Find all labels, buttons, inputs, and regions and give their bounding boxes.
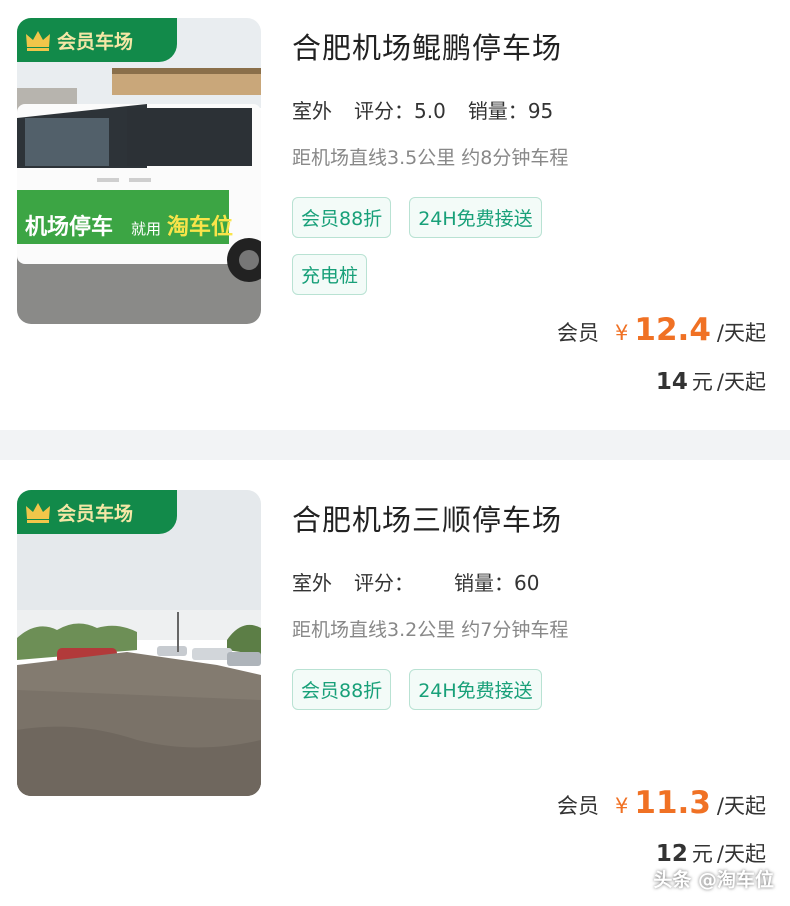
currency-symbol: ¥ [615,794,629,818]
base-price-row: 12 元 /天起 [656,838,766,868]
currency-symbol: ¥ [615,321,629,345]
per-day-label: /天起 [716,794,766,818]
parking-photo[interactable] [17,490,261,796]
parking-meta: 室外 评分： 销量：60 [292,567,539,600]
badge-label: 会员车场 [57,502,134,525]
member-price-row: 会员 ¥ 11.3 /天起 [557,785,766,821]
sales-value: 95 [527,99,554,123]
feature-tags: 会员88折 24H免费接送 [292,669,612,710]
svg-text:就用: 就用 [131,220,161,238]
watermark: 头条 @淘车位 [653,869,774,891]
distance-text: 距机场直线3.5公里 约8分钟车程 [292,147,569,169]
sales: 销量：95 [468,95,553,124]
tag-free-shuttle: 24H免费接送 [409,197,542,238]
parking-card-1[interactable]: 机场停车 就用 淘车位 会员车场 合肥机场鲲鹏停车场 室外 评分：5.0 销量：… [0,0,790,430]
per-day-label: /天起 [716,321,766,345]
tag-member-discount: 会员88折 [292,669,392,710]
base-price-unit: 元 [691,842,713,866]
sales-value: 60 [514,571,540,595]
rating: 评分：5.0 [354,95,446,124]
parking-kind: 室外 [292,95,338,128]
base-price: 14 [655,369,688,395]
sales: 销量：60 [454,567,539,596]
member-price: 11.3 [634,785,711,821]
sales-label: 销量： [454,571,514,595]
sales-label: 销量： [467,99,528,123]
distance-text: 距机场直线3.2公里 约7分钟车程 [292,619,569,641]
tag-member-discount: 会员88折 [292,197,392,238]
rating-value: 5.0 [414,99,446,123]
member-price-label: 会员 [557,321,600,345]
crown-icon [25,501,51,523]
crown-icon [25,29,51,51]
parking-card-2[interactable]: 会员车场 合肥机场三顺停车场 室外 评分： 销量：60 距机场直线3.2公里 约… [0,460,790,906]
feature-tags: 会员88折 24H免费接送 充电桩 [292,197,612,295]
base-per-day-label: /天起 [716,842,766,866]
member-price-row: 会员 ¥ 12.4 /天起 [557,312,766,348]
badge-label: 会员车场 [57,30,134,53]
tag-charging: 充电桩 [292,254,368,295]
parking-meta: 室外 评分：5.0 销量：95 [292,95,553,128]
member-lot-badge: 会员车场 [17,490,177,534]
base-price-unit: 元 [691,370,713,394]
parking-kind: 室外 [292,567,338,600]
svg-text:淘车位: 淘车位 [167,214,233,240]
base-price-row: 14 元 /天起 [656,366,766,396]
base-per-day-label: /天起 [716,370,766,394]
base-price: 12 [655,841,688,867]
rating: 评分： [354,567,414,596]
parking-title[interactable]: 合肥机场鲲鹏停车场 [292,25,562,67]
rating-label: 评分： [354,571,414,595]
parking-title[interactable]: 合肥机场三顺停车场 [292,497,562,539]
van-slogan: 机场停车 [25,214,113,240]
member-price-label: 会员 [557,794,600,818]
parking-photo[interactable]: 机场停车 就用 淘车位 [17,18,261,324]
member-lot-badge: 会员车场 [17,18,177,62]
tag-free-shuttle: 24H免费接送 [409,669,542,710]
member-price: 12.4 [634,312,711,348]
rating-label: 评分： [354,99,414,123]
